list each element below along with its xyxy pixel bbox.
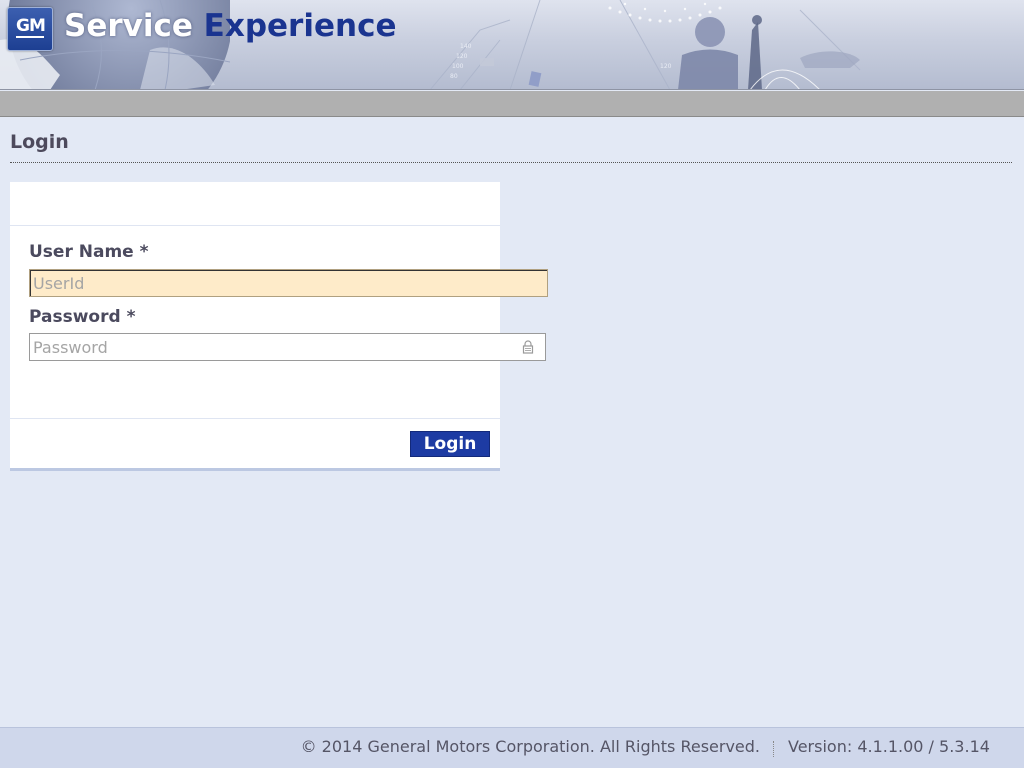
username-input[interactable]: [29, 269, 548, 297]
svg-text:80: 80: [450, 73, 458, 80]
app-title-service: Service: [64, 8, 193, 44]
copyright-text: © 2014 General Motors Corporation. All R…: [300, 737, 760, 756]
title-divider: [10, 162, 1012, 163]
password-label: Password *: [29, 307, 136, 327]
header-subbar: [0, 91, 1024, 117]
username-label: User Name *: [29, 242, 149, 262]
version-text: Version: 4.1.1.00 / 5.3.14: [788, 737, 990, 756]
automotive-decoration-graphic: 140 120 100 80 120: [430, 0, 861, 89]
login-panel: User Name * Password * Login: [10, 182, 548, 471]
app-title: Service Experience: [64, 8, 396, 44]
gm-logo-text: GM: [16, 16, 46, 38]
login-button[interactable]: Login: [410, 431, 490, 457]
login-panel-header: [10, 182, 500, 226]
app-title-experience: Experience: [203, 8, 397, 44]
svg-text:120: 120: [660, 63, 672, 70]
page-footer: © 2014 General Motors Corporation. All R…: [0, 727, 1024, 768]
page-title: Login: [10, 131, 69, 153]
svg-text:100: 100: [452, 63, 464, 70]
footer-separator: [773, 741, 774, 757]
password-input[interactable]: [29, 333, 546, 361]
svg-text:140: 140: [460, 43, 472, 50]
gm-logo: GM: [7, 7, 53, 51]
header-banner: 140 120 100 80 120 GM Service Experience: [0, 0, 1024, 90]
svg-text:120: 120: [456, 53, 468, 60]
login-page: 140 120 100 80 120 GM Service Experience: [0, 0, 1024, 768]
login-panel-footer-divider: [10, 418, 500, 419]
lock-icon: [522, 340, 534, 354]
